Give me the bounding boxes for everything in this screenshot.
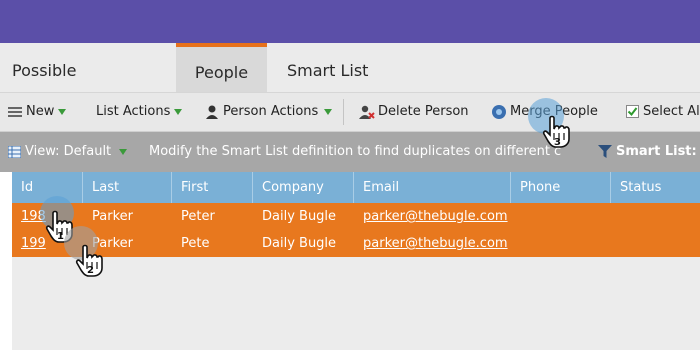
column-header-status[interactable]: Status [611,172,700,203]
column-header-phone[interactable]: Phone [511,172,611,203]
toolbar-divider [343,99,344,125]
table-row[interactable]: 198 Parker Peter Daily Bugle parker@theb… [12,203,700,230]
delete-person-icon [359,105,375,119]
step-number-badge: 1 [57,231,64,242]
grid-view-icon [7,145,22,158]
list-icon [8,106,22,117]
merge-people-icon [492,104,506,119]
checkbox-icon [626,105,639,118]
smart-list-hint: Modify the Smart List definition to find… [149,144,562,159]
row-first-name: Peter [181,209,215,224]
column-header-first[interactable]: First [172,172,253,203]
toolbar: New List Actions Person Actions Delete P… [0,93,700,132]
delete-person-button[interactable]: Delete Person [359,93,469,131]
app-header-bar [0,0,700,43]
view-bar: View: Default Modify the Smart List defi… [0,132,700,172]
select-all-label: Select All [643,104,700,119]
person-actions-button[interactable]: Person Actions [206,93,333,131]
dropdown-arrow-icon [324,108,333,115]
row-phone [511,203,611,230]
funnel-icon [598,145,612,158]
tab-smart-list[interactable]: Smart List [287,43,387,92]
tab-people[interactable]: People [176,43,267,92]
people-grid: Id Last First Company Email Phone Status… [12,172,700,350]
smart-list-label: Smart List: D [616,144,700,159]
row-phone [511,230,611,257]
column-header-company[interactable]: Company [253,172,354,203]
row-company: Daily Bugle [262,236,337,251]
dropdown-arrow-icon [119,148,128,155]
dropdown-arrow-icon [58,108,67,115]
tab-bar: Possible Duplicates People Smart List [0,43,700,136]
row-status [611,230,700,257]
list-actions-button[interactable]: List Actions [96,93,183,131]
row-status [611,203,700,230]
row-email-link[interactable]: parker@thebugle.com [354,203,511,230]
step-number-badge: 3 [554,137,561,148]
new-button[interactable]: New [8,93,67,131]
column-header-email[interactable]: Email [354,172,511,203]
row-company: Daily Bugle [262,209,337,224]
table-row[interactable]: 199 Parker Pete Daily Bugle parker@thebu… [12,230,700,257]
step-number-badge: 2 [87,265,94,276]
list-actions-label: List Actions [96,104,171,119]
row-last-name: Parker [92,209,133,224]
person-icon [206,105,218,119]
smart-list-link[interactable]: Smart List: D [598,132,700,172]
select-all-button[interactable]: Select All [626,93,700,131]
tab-possible-duplicates[interactable]: Possible Duplicates [12,43,162,136]
view-selector[interactable]: View: Default [7,132,128,172]
delete-person-label: Delete Person [378,104,469,119]
view-label: View: Default [25,144,112,159]
row-first-name: Pete [181,236,210,251]
person-actions-label: Person Actions [223,104,319,119]
column-header-last[interactable]: Last [83,172,172,203]
dropdown-arrow-icon [174,108,183,115]
new-label: New [26,104,55,119]
row-email-link[interactable]: parker@thebugle.com [354,230,511,257]
grid-header: Id Last First Company Email Phone Status [12,172,700,203]
